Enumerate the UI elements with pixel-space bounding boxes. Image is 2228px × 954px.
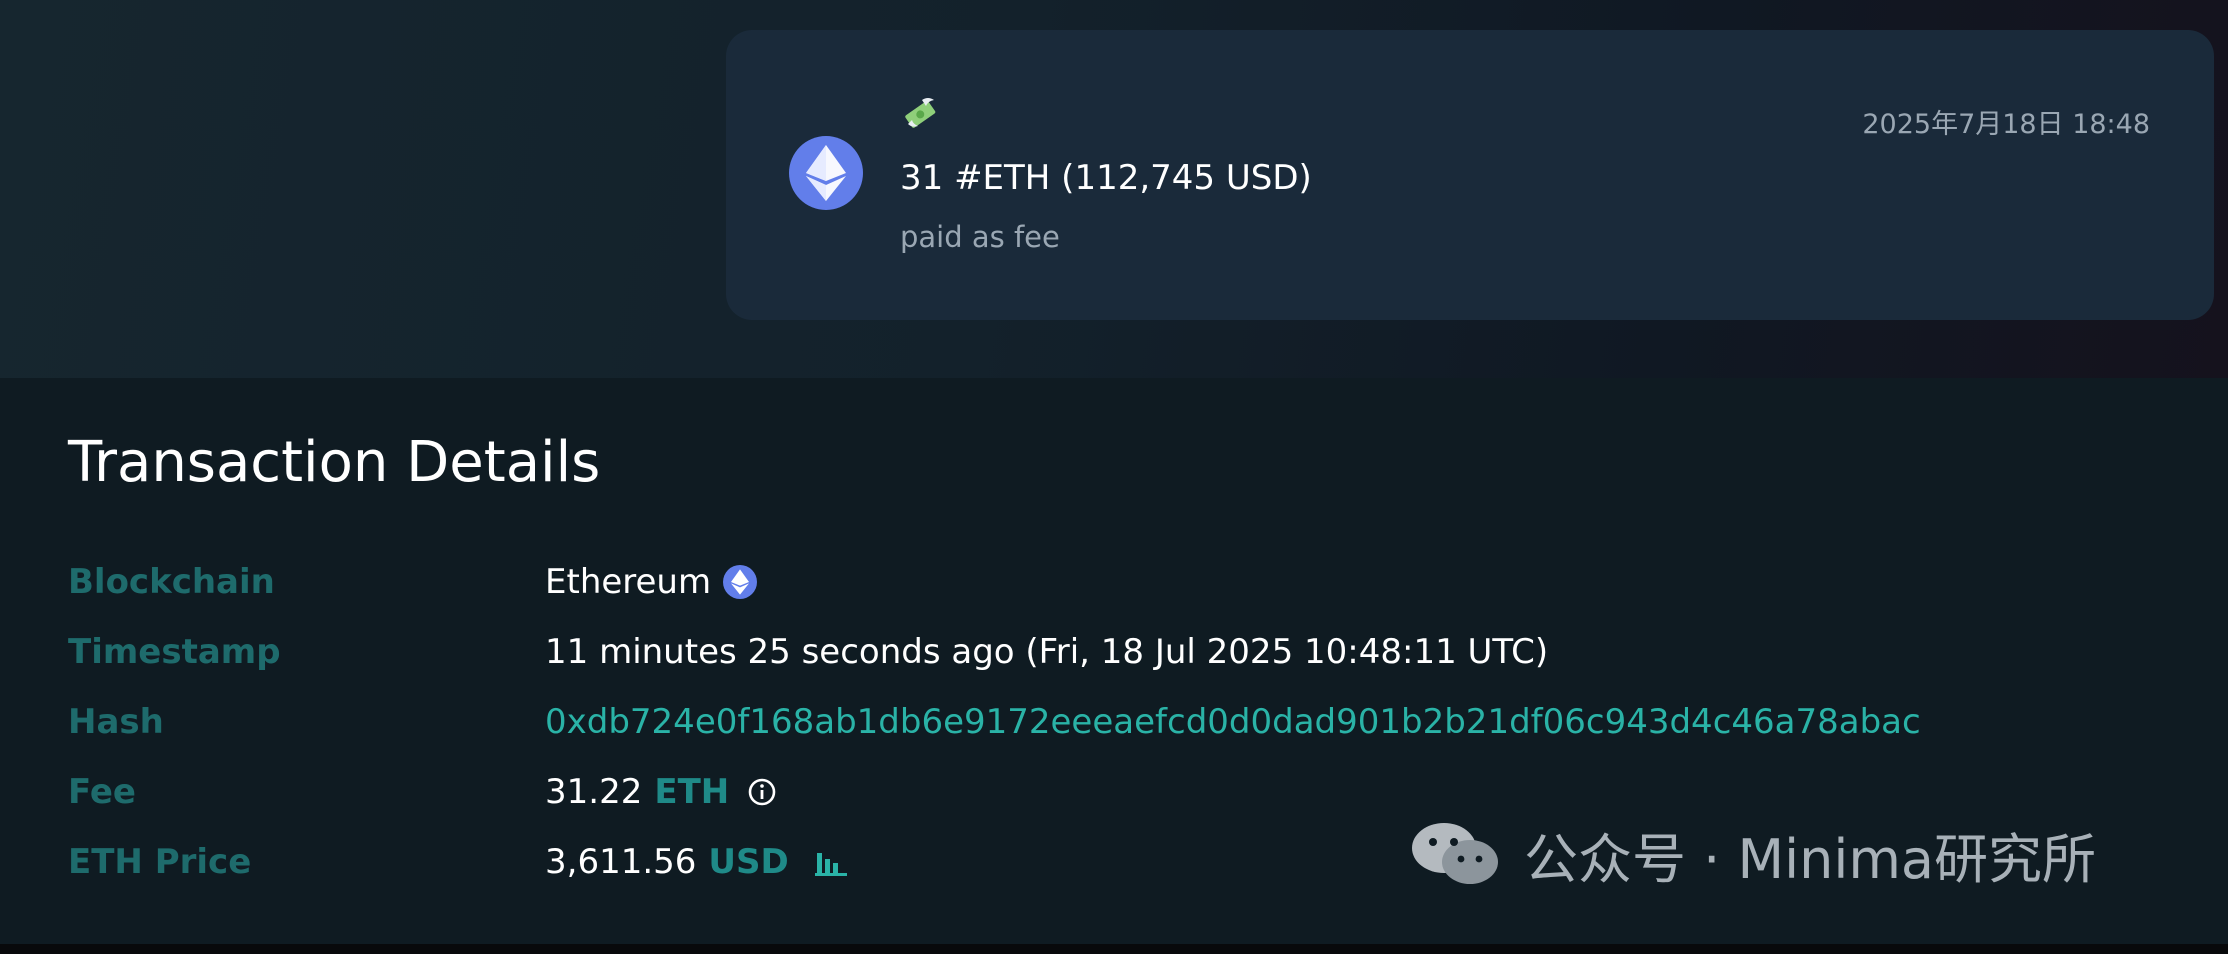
transaction-message-card[interactable]: 31 #ETH (112,745 USD) paid as fee 2025年7… (726, 30, 2214, 320)
fee-label: Fee (68, 772, 136, 812)
watermark-text: 公众号 · Minima研究所 (1524, 827, 2097, 891)
bottom-divider (0, 944, 2228, 954)
eth-price-value-container: 3,611.56 USD (545, 842, 847, 882)
row-hash: Hash 0xdb724e0f168ab1db6e9172eeeaefcd0d0… (68, 702, 2168, 752)
fee-unit: ETH (654, 772, 730, 812)
eth-price-label: ETH Price (68, 842, 252, 882)
message-timestamp: 2025年7月18日 18:48 (1862, 109, 2150, 140)
wechat-icon (1412, 823, 1498, 884)
message-amount: 31 #ETH (112,745 USD) (900, 158, 1312, 198)
hash-label: Hash (68, 702, 164, 742)
row-timestamp: Timestamp 11 minutes 25 seconds ago (Fri… (68, 632, 2168, 682)
fee-value-container: 31.22 ETH (545, 772, 777, 812)
blockchain-value: Ethereum (545, 562, 758, 602)
message-area: 31 #ETH (112,745 USD) paid as fee 2025年7… (0, 0, 2228, 378)
ethereum-icon (723, 565, 758, 599)
fee-amount: 31.22 (545, 772, 643, 812)
row-blockchain: Blockchain Ethereum (68, 562, 2168, 612)
timestamp-value: 11 minutes 25 seconds ago (Fri, 18 Jul 2… (545, 632, 1549, 672)
eth-price-amount: 3,611.56 (545, 842, 697, 882)
page-title: Transaction Details (68, 430, 601, 495)
ethereum-icon (789, 136, 863, 210)
money-with-wings-icon (900, 94, 940, 134)
hash-value-container: 0xdb724e0f168ab1db6e9172eeeaefcd0d0dad90… (545, 702, 1921, 742)
hash-link[interactable]: 0xdb724e0f168ab1db6e9172eeeaefcd0d0dad90… (545, 702, 1921, 742)
message-subtitle: paid as fee (900, 220, 1060, 254)
watermark: 公众号 · Minima研究所 (1408, 818, 2096, 891)
blockchain-name: Ethereum (545, 562, 712, 602)
eth-price-unit: USD (708, 842, 789, 882)
info-icon[interactable] (747, 777, 777, 807)
timestamp-label: Timestamp (68, 632, 281, 672)
blockchain-label: Blockchain (68, 562, 275, 602)
price-chart-icon[interactable] (814, 847, 847, 877)
